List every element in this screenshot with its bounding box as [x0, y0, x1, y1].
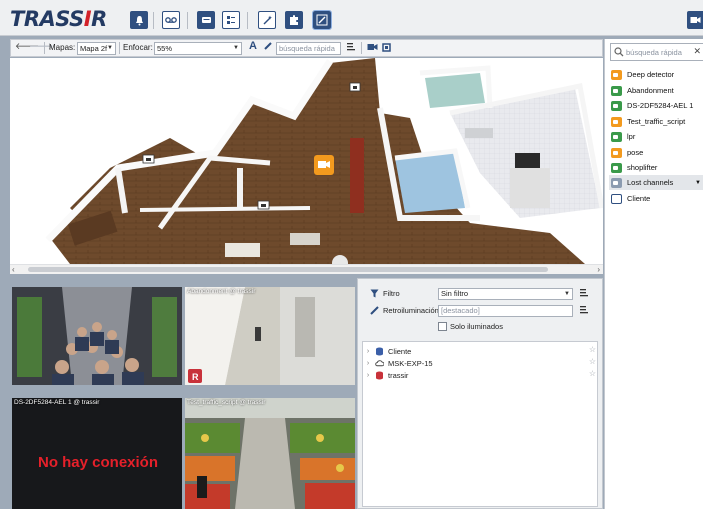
- no-connection-message: No hay conexión: [37, 454, 159, 471]
- tile-label: Test_traffic_script @ trassir: [187, 399, 266, 406]
- client-item[interactable]: Cliente: [609, 191, 703, 206]
- chevron-down-icon: ▼: [107, 45, 113, 51]
- bell-icon[interactable]: [130, 11, 148, 29]
- brush-icon[interactable]: [263, 41, 273, 53]
- star-icon[interactable]: ☆: [589, 357, 596, 366]
- chevron-down-icon: ▼: [695, 179, 701, 186]
- chevron-right-icon[interactable]: ›: [363, 372, 373, 379]
- folder-icon: [611, 177, 622, 188]
- only-lit-label: Solo iluminados: [450, 322, 503, 331]
- camera-marker[interactable]: [257, 200, 270, 210]
- maps-select[interactable]: Mapa 2f ▼: [77, 42, 116, 55]
- channel-item[interactable]: Abandonment: [609, 83, 703, 98]
- channel-icon: [611, 116, 622, 127]
- camera-marker[interactable]: [142, 154, 155, 164]
- list-settings-icon[interactable]: [579, 288, 589, 300]
- puzzle-icon[interactable]: [285, 11, 303, 29]
- list-settings-icon[interactable]: [579, 305, 589, 317]
- server-tree: › Cliente ☆ › MSK-EXP-15 ☆ › trassir ☆: [362, 341, 598, 507]
- chat-icon[interactable]: [197, 11, 215, 29]
- channel-item[interactable]: Deep detector: [609, 67, 703, 82]
- channel-icon: [611, 131, 622, 142]
- star-icon[interactable]: ☆: [589, 345, 596, 354]
- magic-wand-icon[interactable]: [258, 11, 276, 29]
- database-icon: [376, 371, 383, 379]
- stop-icon[interactable]: [382, 43, 391, 54]
- star-icon[interactable]: ☆: [589, 369, 596, 378]
- tile-label: DS-2DF5284-AEL 1 @ trassir: [14, 399, 100, 406]
- maps-label: Mapas:: [49, 43, 76, 52]
- top-toolbar: TRASSIR: [0, 0, 703, 36]
- map-editor-icon[interactable]: [312, 10, 332, 30]
- folder-item-lost-channels[interactable]: Lost channels ▼: [609, 175, 703, 190]
- channel-item[interactable]: lpr: [609, 129, 703, 144]
- filter-label: Filtro: [383, 289, 400, 298]
- tree-item-msk-exp-15[interactable]: › MSK-EXP-15 ☆: [363, 357, 599, 369]
- camera-tile-traffic-script[interactable]: Test_traffic_script @ trassir: [185, 398, 355, 509]
- camera-tile-no-connection[interactable]: DS-2DF5284-AEL 1 @ trassir No hay conexi…: [12, 398, 182, 509]
- map-horizontal-scrollbar[interactable]: ‹ ›: [10, 264, 603, 274]
- channel-item[interactable]: Test_traffic_script: [609, 114, 703, 129]
- channel-item[interactable]: pose: [609, 145, 703, 160]
- channel-item[interactable]: shoplifter: [609, 160, 703, 175]
- right-channel-panel: búsqueda rápida ✕ Deep detector Abandonm…: [604, 39, 703, 509]
- filter-icon: [370, 289, 379, 298]
- channel-icon: [611, 85, 622, 96]
- camera-marker[interactable]: [349, 82, 361, 92]
- camera-icon[interactable]: [687, 11, 703, 29]
- search-icon: [614, 47, 624, 57]
- tape-icon[interactable]: [162, 11, 180, 29]
- floor-plan-map[interactable]: [10, 58, 603, 274]
- channel-search-input[interactable]: búsqueda rápida ✕: [610, 43, 703, 61]
- text-tool-icon[interactable]: A: [249, 40, 257, 52]
- chevron-right-icon[interactable]: ›: [597, 265, 600, 274]
- zoom-select[interactable]: 55% ▼: [154, 42, 242, 55]
- only-lit-checkbox[interactable]: [438, 322, 447, 331]
- map-toolbar: 🡐 🡒 Mapas: Mapa 2f ▼ Enfocar: 55% ▼ A búsq…: [10, 39, 603, 57]
- map-search-input[interactable]: búsqueda rápida: [276, 42, 341, 55]
- video-camera-icon[interactable]: [367, 43, 378, 53]
- svg-text:R: R: [192, 372, 199, 382]
- layout-icon[interactable]: [222, 11, 240, 29]
- backlight-label: Retroiluminación: [383, 306, 439, 315]
- channel-icon: [611, 69, 622, 80]
- channel-icon: [611, 147, 622, 158]
- database-icon: [376, 347, 383, 355]
- chevron-right-icon[interactable]: ›: [363, 348, 373, 355]
- tree-item-trassir[interactable]: › trassir ☆: [363, 369, 599, 381]
- tile-label: Abandonment @ trassir: [187, 288, 256, 295]
- chevron-left-icon[interactable]: ‹: [12, 265, 15, 274]
- tree-item-cliente[interactable]: › Cliente ☆: [363, 345, 599, 357]
- backlight-input[interactable]: [destacado]: [438, 305, 573, 317]
- channel-icon: [611, 162, 622, 173]
- close-icon[interactable]: ✕: [693, 46, 701, 57]
- client-icon: [611, 193, 622, 204]
- camera-marker-active[interactable]: [314, 155, 334, 175]
- camera-tile-deep-detector[interactable]: [12, 287, 182, 385]
- filter-select[interactable]: Sin filtro ▼: [438, 288, 573, 300]
- list-icon[interactable]: [346, 42, 356, 54]
- chevron-down-icon: ▼: [564, 291, 570, 297]
- trassir-logo: TRASSIR: [10, 7, 107, 31]
- cloud-icon: [375, 359, 384, 366]
- chevron-down-icon: ▼: [233, 45, 239, 51]
- channel-icon: [611, 100, 622, 111]
- brush-icon: [370, 306, 379, 315]
- filter-panel: Filtro Sin filtro ▼ Retroiluminación [des…: [357, 278, 603, 509]
- channel-item[interactable]: DS-2DF5284-AEL 1: [609, 98, 703, 113]
- chevron-right-icon[interactable]: ›: [363, 360, 373, 367]
- camera-tile-abandonment[interactable]: R Abandonment @ trassir: [185, 287, 355, 385]
- focus-label: Enfocar:: [123, 43, 153, 52]
